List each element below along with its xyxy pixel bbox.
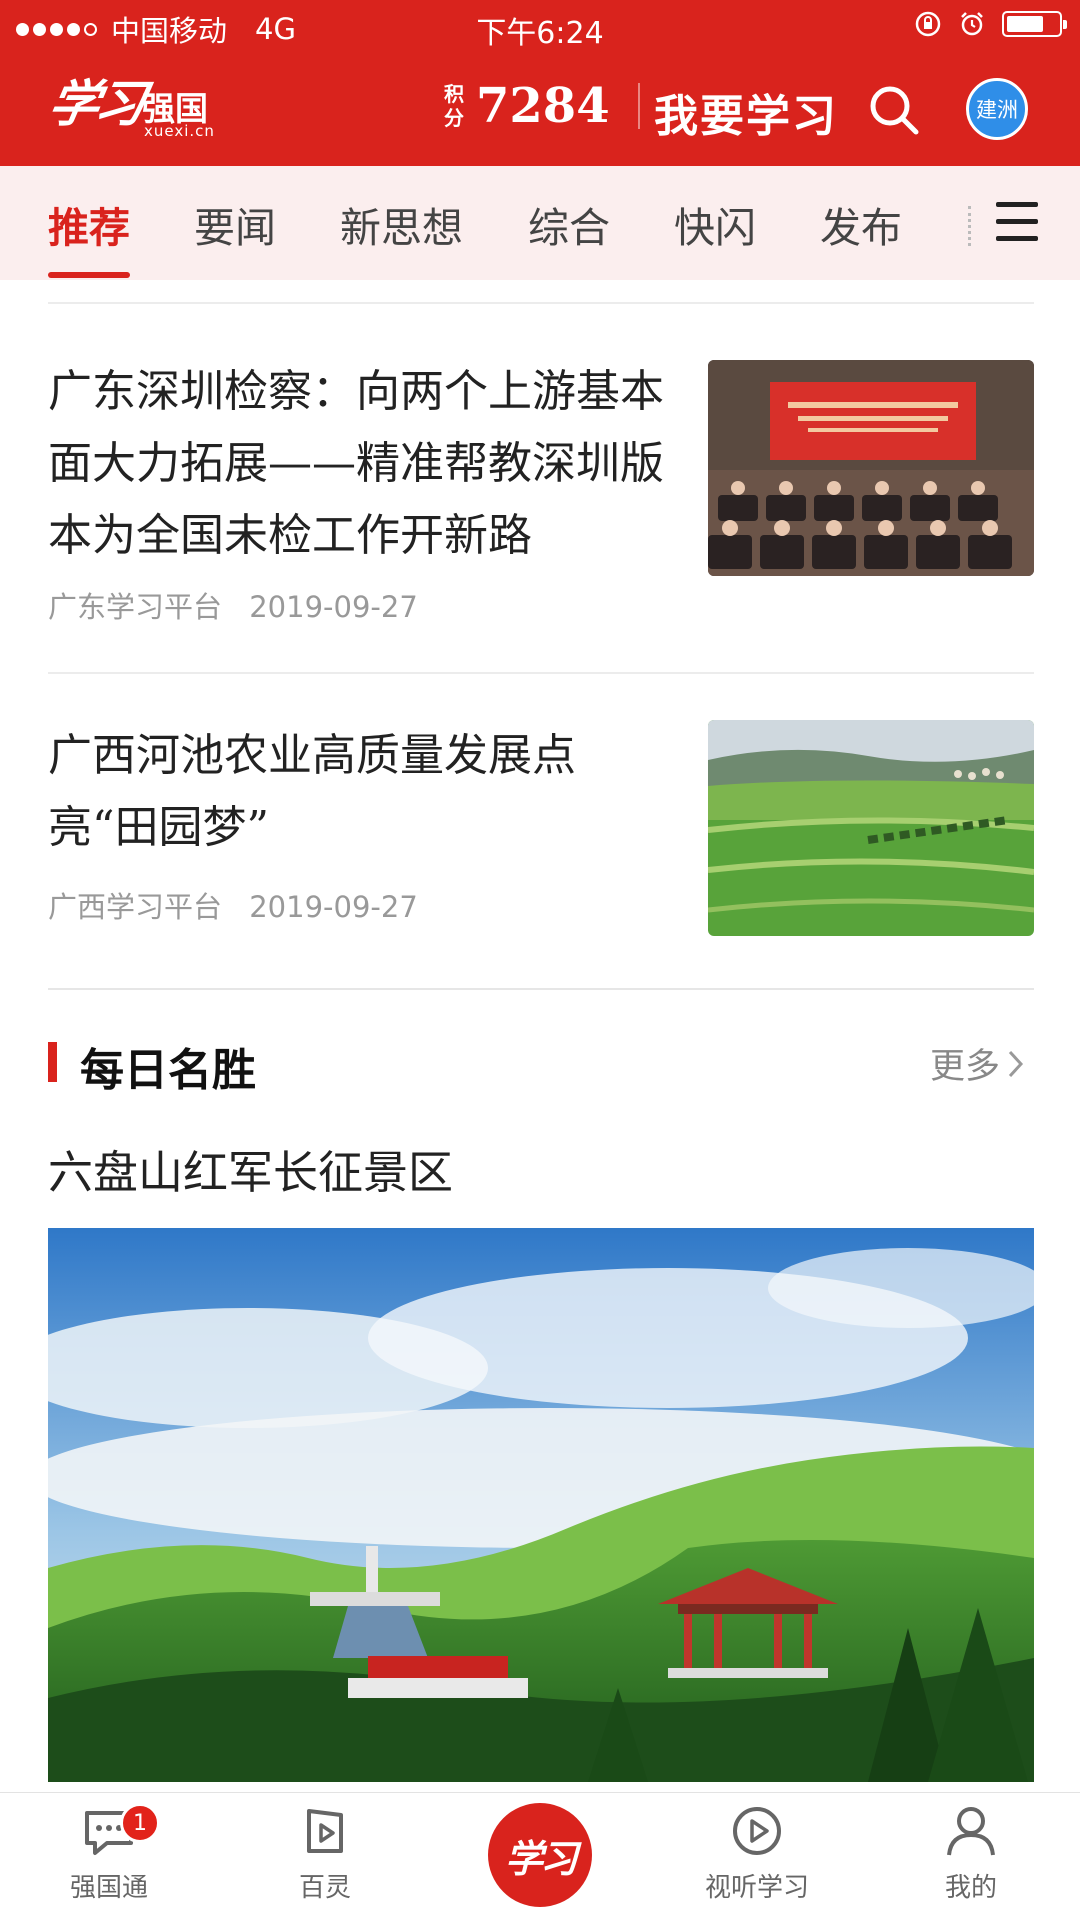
- play-circle-icon: [733, 1807, 781, 1855]
- nav-item-bailing[interactable]: 百灵: [250, 1801, 400, 1904]
- status-bar: 中国移动 4G 下午6:24: [0, 0, 1080, 52]
- nav-item-profile[interactable]: 我的: [896, 1801, 1046, 1904]
- article-title[interactable]: 广东深圳检察：向两个上游基本面大力拓展——精准帮教深圳版本为全国未检工作开新路: [48, 356, 668, 572]
- tab-recommend[interactable]: 推荐: [48, 194, 130, 254]
- xuexi-logo[interactable]: 学习 强国 xuexi.cn: [44, 64, 220, 144]
- xuexi-center-icon[interactable]: 学习: [488, 1803, 592, 1907]
- article-source: 广西学习平台: [48, 890, 223, 924]
- app-header: 中国移动 4G 下午6:24 学习 强国 xuexi.cn 积 分 7284 我…: [0, 0, 1080, 166]
- alarm-icon: [961, 12, 983, 36]
- farmland-photo: [708, 720, 1034, 936]
- nav-label: 强国通: [69, 1873, 148, 1903]
- article-date: 2019-09-27: [249, 890, 418, 924]
- section-title: 每日名胜: [80, 1045, 256, 1096]
- scenic-item-title[interactable]: 六盘山红军长征景区: [48, 1136, 453, 1201]
- section-marker: [48, 1042, 57, 1082]
- user-avatar[interactable]: 建洲: [966, 78, 1028, 140]
- article-meta: 广西学习平台 2019-09-27: [48, 884, 418, 926]
- article-meta: 广东学习平台 2019-09-27: [48, 584, 418, 626]
- divider: [48, 672, 1034, 674]
- tab-flash[interactable]: 快闪: [674, 194, 756, 254]
- chevron-right-icon: [1008, 1050, 1024, 1077]
- article-date: 2019-09-27: [249, 590, 418, 624]
- article-thumbnail[interactable]: [708, 720, 1034, 936]
- tab-overflow-indicator: [968, 206, 972, 246]
- logo-domain: xuexi.cn: [144, 122, 215, 140]
- more-label: 更多: [929, 1047, 1000, 1087]
- tab-release[interactable]: 发布: [820, 194, 902, 254]
- nav-item-av-learning[interactable]: 视听学习: [682, 1801, 832, 1904]
- unread-badge: 1: [120, 1803, 160, 1843]
- article-card[interactable]: 广东深圳检察：向两个上游基本面大力拓展——精准帮教深圳版本为全国未检工作开新路 …: [48, 356, 1034, 656]
- mountain-landscape-photo: [48, 1228, 1034, 1782]
- more-link[interactable]: 更多: [930, 1038, 1026, 1089]
- tab-news[interactable]: 要闻: [194, 194, 276, 254]
- divider: [48, 302, 1034, 304]
- conference-photo: [708, 360, 1034, 576]
- divider: [48, 988, 1034, 990]
- nav-label: 百灵: [298, 1873, 351, 1903]
- logo-script: 学习: [44, 74, 147, 133]
- app-bar: 学习 强国 xuexi.cn 积 分 7284 我要学习 建洲: [0, 52, 1080, 166]
- status-right: [914, 10, 1067, 38]
- person-icon: [947, 1807, 995, 1856]
- tab-new-thought[interactable]: 新思想: [340, 194, 463, 254]
- article-source: 广东学习平台: [48, 590, 223, 624]
- channel-tabs: 推荐 要闻 新思想 综合 快闪 发布: [0, 166, 1080, 280]
- article-thumbnail[interactable]: [708, 360, 1034, 576]
- battery-icon: [1002, 11, 1067, 37]
- nav-label: 我的: [944, 1873, 997, 1903]
- rotation-lock-icon: [915, 11, 941, 37]
- play-card-icon: [307, 1809, 343, 1853]
- scenic-photo[interactable]: [48, 1228, 1034, 1782]
- points-divider: [637, 83, 640, 129]
- daily-scenic-header: 每日名胜 更多: [48, 1034, 1034, 1096]
- article-title[interactable]: 广西河池农业高质量发展点亮“田园梦”: [48, 720, 628, 864]
- menu-icon[interactable]: [996, 202, 1038, 242]
- article-card[interactable]: 广西河池农业高质量发展点亮“田园梦” 广西学习平台 2019-09-27: [48, 720, 1034, 940]
- points-display[interactable]: 积 分 7284: [442, 78, 640, 134]
- nav-item-chat[interactable]: 强国通 1: [34, 1801, 184, 1904]
- study-button[interactable]: 我要学习: [654, 80, 838, 144]
- points-label: 积 分: [444, 82, 464, 130]
- points-value: 7284: [476, 78, 610, 134]
- active-tab-indicator: [48, 272, 130, 278]
- search-icon[interactable]: [866, 82, 922, 138]
- tab-general[interactable]: 综合: [528, 194, 610, 254]
- bottom-nav: 强国通 1 百灵 学习 视听学习 我的: [0, 1792, 1080, 1920]
- nav-label: 视听学习: [704, 1873, 809, 1903]
